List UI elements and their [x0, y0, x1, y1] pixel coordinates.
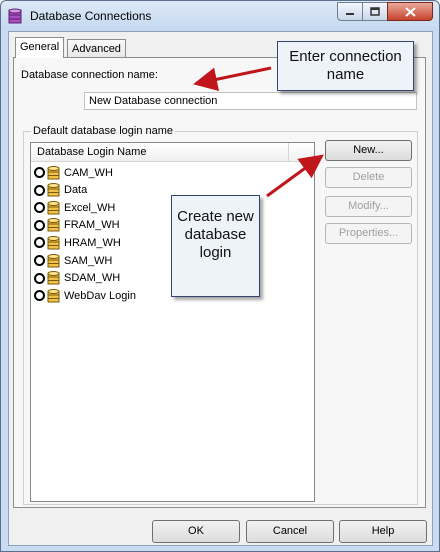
properties-button[interactable]: Properties...	[325, 223, 412, 244]
login-name-label: WebDav Login	[64, 289, 136, 302]
database-login-icon	[47, 271, 60, 285]
list-item[interactable]: WebDav Login	[34, 287, 136, 304]
list-item[interactable]: CAM_WH	[34, 164, 113, 181]
title-bar[interactable]: Database Connections	[1, 1, 439, 31]
radio-icon[interactable]	[34, 255, 45, 266]
column-separator[interactable]	[288, 143, 289, 162]
database-connections-icon	[8, 8, 22, 24]
ok-button[interactable]: OK	[152, 520, 240, 543]
connection-name-input[interactable]	[84, 92, 417, 110]
cancel-button[interactable]: Cancel	[246, 520, 334, 543]
list-item[interactable]: SAM_WH	[34, 252, 112, 269]
maximize-button[interactable]	[362, 2, 388, 21]
tab-general-label: General	[20, 41, 60, 53]
login-name-label: Excel_WH	[64, 201, 116, 214]
database-login-icon	[47, 288, 60, 303]
maximize-icon	[370, 7, 380, 16]
login-name-label: FRAM_WH	[64, 219, 120, 232]
delete-login-button[interactable]: Delete	[325, 167, 412, 188]
close-icon	[404, 6, 416, 17]
radio-icon[interactable]	[34, 184, 45, 196]
login-name-label: HRAM_WH	[64, 236, 121, 249]
close-button[interactable]	[387, 2, 433, 21]
list-item[interactable]: SDAM_WH	[34, 270, 120, 287]
window-title: Database Connections	[30, 9, 152, 23]
list-item[interactable]: Data	[34, 182, 87, 199]
list-item[interactable]: HRAM_WH	[34, 234, 121, 251]
radio-icon[interactable]	[34, 202, 45, 214]
login-name-label: CAM_WH	[64, 166, 113, 179]
radio-icon[interactable]	[34, 272, 45, 284]
list-item[interactable]: FRAM_WH	[34, 217, 120, 234]
database-login-icon	[47, 165, 60, 179]
minimize-button[interactable]	[337, 2, 363, 21]
login-name-label: SDAM_WH	[64, 272, 121, 285]
minimize-icon	[346, 12, 354, 15]
login-name-label: Data	[64, 184, 88, 197]
callout-new-login: Create new database login	[171, 195, 260, 297]
column-header-login-name: Database Login Name	[37, 146, 147, 158]
database-login-icon	[47, 235, 60, 250]
radio-icon[interactable]	[34, 167, 45, 178]
new-login-button[interactable]: New...	[325, 140, 412, 161]
list-column-header[interactable]: Database Login Name	[31, 143, 314, 162]
login-name-label: SAM_WH	[64, 254, 113, 267]
radio-icon[interactable]	[34, 219, 45, 231]
radio-icon[interactable]	[34, 237, 45, 249]
connection-name-label: Database connection name:	[21, 69, 158, 81]
tab-advanced-label: Advanced	[72, 43, 121, 55]
database-login-icon	[47, 183, 60, 197]
modify-login-button[interactable]: Modify...	[325, 196, 412, 217]
list-item[interactable]: Excel_WH	[34, 199, 115, 216]
database-connections-window: Database Connections General Advanced Da…	[0, 0, 440, 552]
database-login-icon	[47, 253, 60, 267]
callout-connection-name: Enter connection name	[277, 41, 414, 91]
database-login-icon	[47, 200, 60, 215]
help-button[interactable]: Help	[339, 520, 427, 543]
radio-icon[interactable]	[34, 290, 45, 302]
tab-advanced[interactable]: Advanced	[67, 39, 126, 58]
database-login-icon	[47, 218, 60, 232]
tab-general[interactable]: General	[15, 37, 65, 58]
login-group-label: Default database login name	[31, 125, 176, 137]
